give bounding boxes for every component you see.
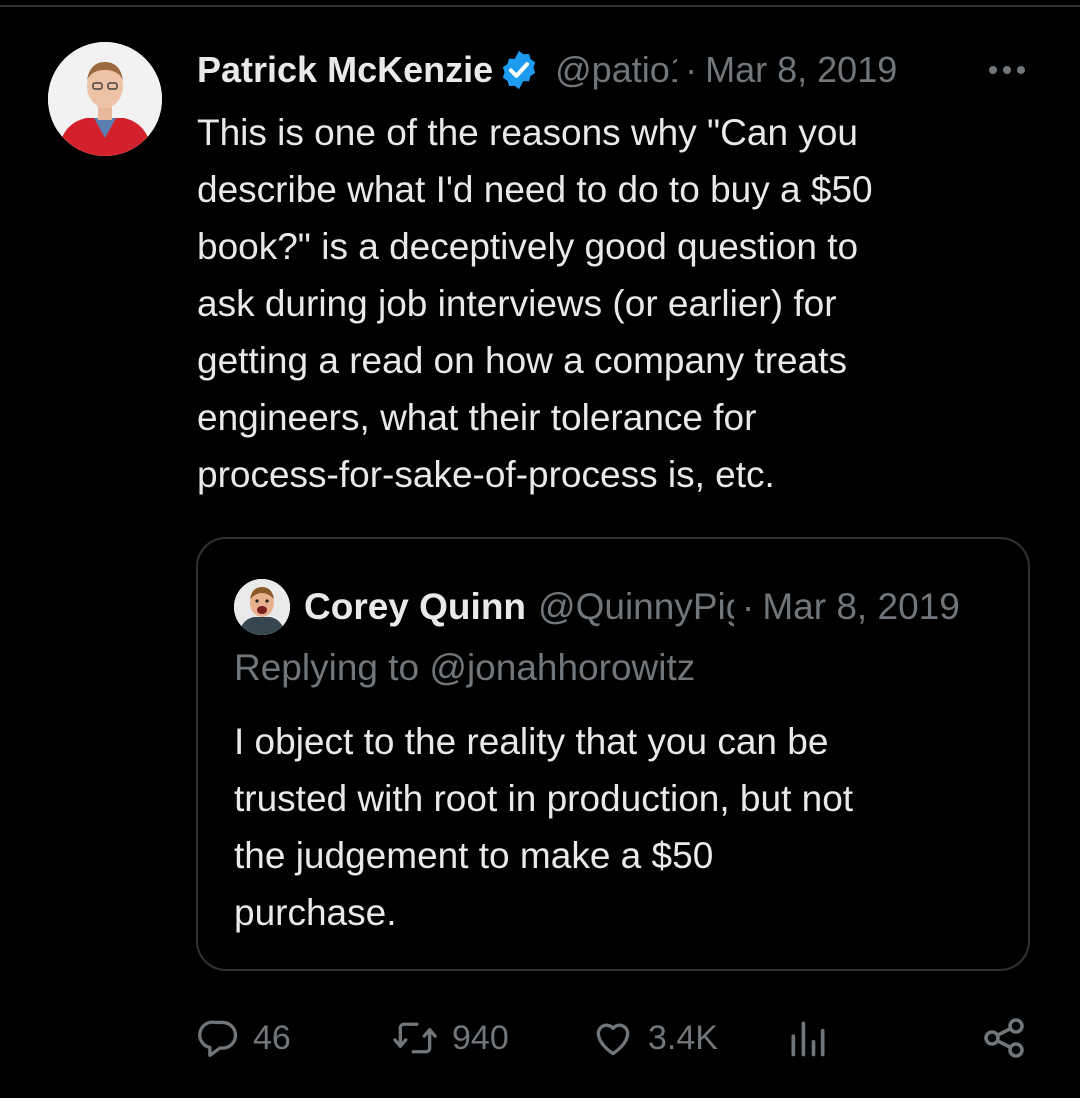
like-count: 3.4K [648, 1018, 718, 1057]
retweet-icon [393, 1022, 437, 1054]
share-icon [984, 1018, 1024, 1058]
share-button[interactable] [980, 1008, 1028, 1068]
action-bar: 46 940 3.4K [0, 1008, 1080, 1068]
retweet-count: 940 [452, 1018, 509, 1057]
like-button[interactable]: 3.4K [590, 1008, 718, 1068]
quoted-author-handle[interactable]: @QuinnyPig [538, 586, 734, 628]
replying-to: Replying to @jonahhorowitz [234, 647, 696, 688]
reply-icon [198, 1020, 238, 1058]
separator-dot: · [685, 49, 698, 90]
tweet-date[interactable]: Mar 8, 2019 [705, 49, 897, 91]
like-icon [596, 1023, 630, 1056]
quoted-tweet-header: Corey Quinn @QuinnyPig · Mar 8, 2019 [304, 579, 1004, 635]
more-icon[interactable] [985, 54, 1029, 86]
quoted-tweet-text: I object to the reality that you can be … [234, 721, 854, 933]
author-name[interactable]: Patrick McKenzie [197, 49, 493, 91]
quoted-tweet-date[interactable]: Mar 8, 2019 [762, 586, 959, 628]
views-button[interactable] [786, 1008, 830, 1068]
quoted-author-name[interactable]: Corey Quinn [304, 586, 526, 628]
retweet-button[interactable]: 940 [390, 1008, 509, 1068]
views-icon [791, 1021, 825, 1057]
author-avatar[interactable] [48, 42, 162, 156]
tweet-text: This is one of the reasons why "Can you … [197, 112, 873, 495]
top-divider [0, 5, 1080, 7]
reply-count: 46 [253, 1018, 291, 1057]
tweet-header: Patrick McKenzie @patio11 · Mar 8, 2019 [197, 44, 1037, 96]
author-handle[interactable]: @patio11 [555, 49, 677, 91]
quoted-author-avatar[interactable] [234, 579, 290, 635]
quoted-tweet-card[interactable]: Corey Quinn @QuinnyPig · Mar 8, 2019 Rep… [196, 537, 1030, 971]
reply-button[interactable]: 46 [197, 1008, 291, 1068]
verified-badge-icon [502, 50, 536, 90]
separator-dot: · [742, 586, 755, 627]
